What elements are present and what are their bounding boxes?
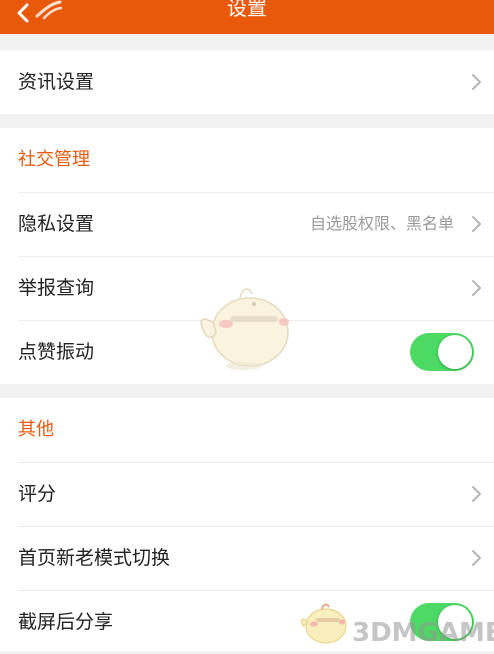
row-label: 点赞振动 — [18, 341, 95, 363]
chevron-right-icon — [472, 550, 481, 566]
page-title: 设置 — [227, 0, 267, 20]
mascot-watermark-icon — [200, 288, 289, 370]
like-vibration-toggle[interactable] — [410, 333, 474, 371]
section-title-social: 社交管理 — [18, 149, 90, 170]
section-title-other: 其他 — [18, 419, 54, 440]
row-privacy-settings[interactable]: 隐私设置 自选股权限、黑名单 — [0, 192, 494, 256]
mascot-logo-icon — [301, 603, 347, 644]
row-value: 自选股权限、黑名单 — [309, 214, 454, 233]
top-nav-bar: 设置 — [0, 0, 494, 34]
chevron-right-icon — [472, 216, 481, 232]
row-label: 评分 — [18, 483, 57, 505]
chevron-right-icon — [472, 280, 481, 296]
row-label: 截屏后分享 — [18, 611, 114, 633]
row-label: 资讯设置 — [18, 71, 95, 93]
row-label: 举报查询 — [18, 277, 95, 299]
chevron-right-icon — [472, 74, 481, 90]
toggle-knob — [438, 335, 472, 369]
section-news: 资讯设置 — [0, 50, 494, 114]
chevron-right-icon — [472, 486, 481, 502]
row-label: 隐私设置 — [18, 213, 95, 235]
row-label: 首页新老模式切换 — [18, 547, 171, 569]
section-other: 其他 评分 首页新老模式切换 截屏后分享 — [0, 398, 494, 651]
row-homepage-mode-switch[interactable]: 首页新老模式切换 — [0, 526, 494, 590]
watermark-text: 3DMGAME — [352, 618, 494, 648]
row-rating[interactable]: 评分 — [0, 462, 494, 526]
row-news-settings[interactable]: 资讯设置 — [0, 50, 494, 114]
